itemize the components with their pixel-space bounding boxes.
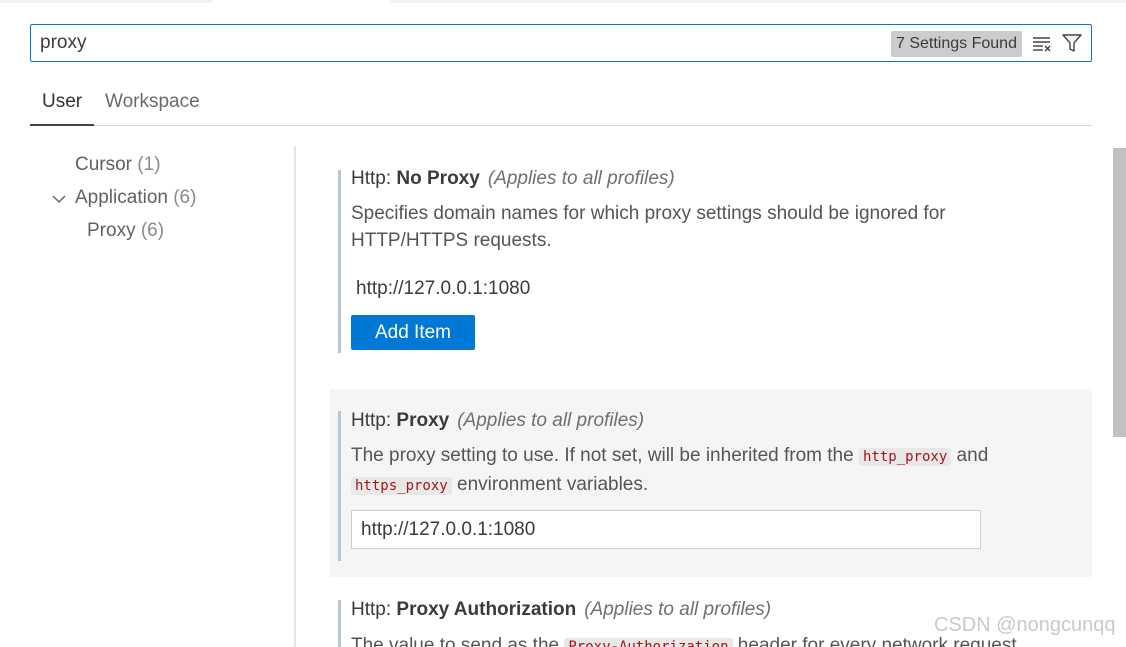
add-item-button[interactable]: Add Item (351, 315, 475, 350)
code-proxy-authorization: Proxy-Authorization (564, 638, 733, 647)
chevron-down-icon[interactable] (50, 190, 68, 208)
setting-modified-indicator (338, 600, 341, 647)
toc-item-application[interactable]: Application (6) (75, 183, 196, 213)
setting-name: Proxy (396, 410, 450, 431)
toc-item-count: (6) (173, 187, 197, 208)
watermark: CSDN @nongcunqq (934, 614, 1116, 636)
desc-text: environment variables. (451, 474, 649, 495)
code-http-proxy: http_proxy (858, 448, 952, 466)
setting-title: Http: Proxy (Applies to all profiles) (351, 410, 644, 432)
toc-item-count: (6) (140, 220, 165, 241)
setting-modified-indicator (338, 170, 341, 353)
setting-description: The proxy setting to use. If not set, wi… (351, 442, 1051, 500)
setting-scope-note: (Applies to all profiles) (487, 168, 675, 189)
setting-category: Http: (351, 599, 397, 620)
toc-item-label: Application (75, 187, 168, 208)
setting-name: Proxy Authorization (396, 599, 577, 620)
toc-item-proxy[interactable]: Proxy (6) (87, 216, 164, 246)
toc-divider (294, 146, 296, 647)
setting-category: Http: (351, 410, 397, 431)
clear-filter-icon[interactable] (1031, 33, 1053, 55)
code-https-proxy: https_proxy (351, 477, 452, 495)
settings-search-input[interactable] (31, 25, 881, 61)
desc-text: and (951, 445, 989, 466)
setting-title: Http: Proxy Authorization (Applies to all… (351, 599, 771, 621)
setting-category: Http: (351, 168, 397, 189)
tab-workspace[interactable]: Workspace (93, 84, 212, 126)
desc-text: The value to send as the (351, 635, 565, 647)
editor-tab-strip-segment (212, 0, 390, 3)
toc-item-label: Proxy (87, 220, 136, 241)
setting-name: No Proxy (396, 168, 480, 189)
setting-modified-indicator (338, 411, 341, 561)
setting-scope-note: (Applies to all profiles) (457, 410, 645, 431)
tab-user[interactable]: User (30, 84, 95, 126)
toc-item-label: Cursor (75, 154, 133, 175)
results-count-badge: 7 Settings Found (891, 31, 1022, 57)
funnel-filter-icon[interactable] (1061, 32, 1083, 54)
setting-http-no-proxy: Http: No Proxy (Applies to all profiles) … (330, 158, 1092, 368)
top-strip (0, 0, 1126, 3)
desc-text: The proxy setting to use. If not set, wi… (351, 445, 859, 466)
toc-item-cursor[interactable]: Cursor (1) (75, 150, 161, 180)
list-item-value[interactable]: http://127.0.0.1:1080 (356, 278, 530, 300)
toc-item-count: (1) (137, 154, 161, 175)
setting-title: Http: No Proxy (Applies to all profiles) (351, 168, 675, 190)
vertical-scrollbar[interactable] (1113, 148, 1126, 437)
settings-search-box[interactable]: 7 Settings Found (30, 24, 1092, 62)
setting-scope-note: (Applies to all profiles) (584, 599, 772, 620)
proxy-value-input[interactable] (351, 510, 981, 549)
setting-http-proxy: Http: Proxy (Applies to all profiles) The… (330, 389, 1092, 577)
settings-scope-tabs: User Workspace (30, 84, 1092, 126)
setting-description: Specifies domain names for which proxy s… (351, 203, 946, 251)
